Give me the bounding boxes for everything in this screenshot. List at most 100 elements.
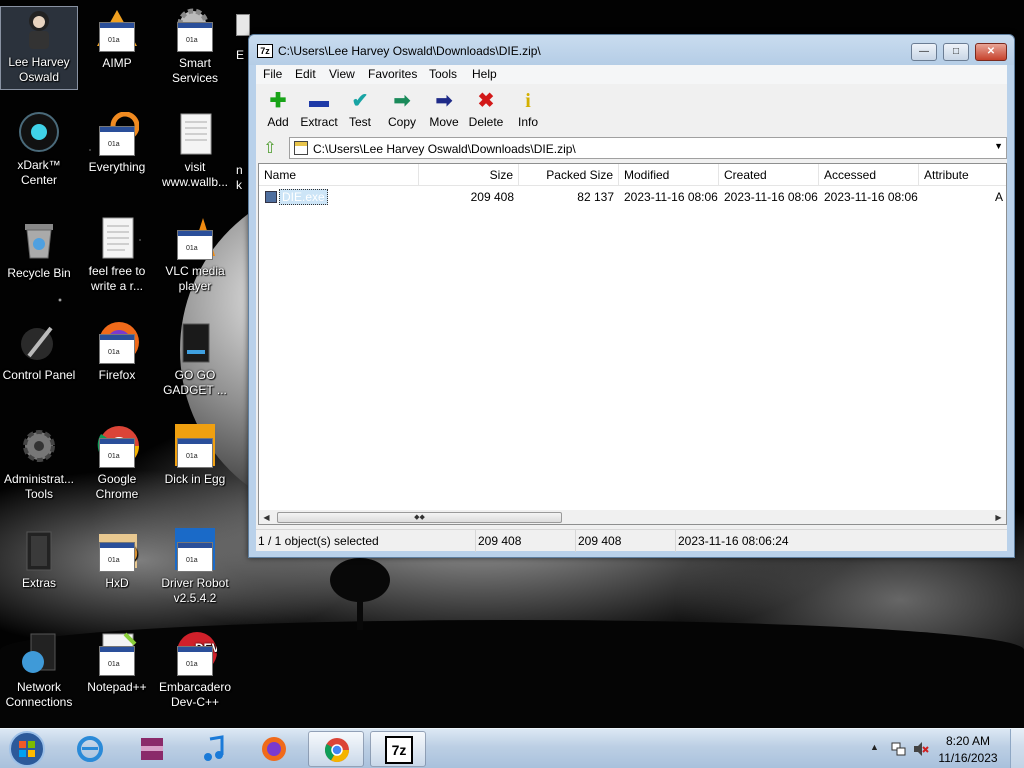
column-header-modified[interactable]: Modified: [619, 164, 719, 186]
column-header-packed-size[interactable]: Packed Size: [519, 164, 619, 186]
file-attributes: A: [994, 190, 1003, 204]
taskbar-chrome[interactable]: [308, 731, 364, 767]
sevenzip-logo-icon: 7z: [257, 44, 273, 58]
taskbar-firefox[interactable]: [246, 731, 302, 767]
desktop-icon-dick-in-egg[interactable]: e Dick in Egg: [156, 424, 234, 487]
delete-label: Delete: [468, 115, 504, 129]
column-header-size[interactable]: Size: [419, 164, 519, 186]
folder-up-icon[interactable]: ⇧: [260, 139, 280, 159]
info-label: Info: [517, 115, 538, 129]
start-button[interactable]: [6, 729, 48, 768]
taskbar-internet-explorer[interactable]: [62, 731, 118, 767]
desktop-icon-notepad-plus-plus[interactable]: Notepad++: [78, 632, 156, 695]
chevron-down-icon[interactable]: ▼: [994, 141, 1003, 151]
file-packed-size: 82 137: [577, 190, 614, 204]
desktop-icon-extras[interactable]: Extras: [0, 528, 78, 591]
add-button[interactable]: ✚ Add: [256, 87, 300, 131]
minimize-button[interactable]: —: [911, 43, 937, 61]
desktop-icon-google-chrome[interactable]: Google Chrome: [78, 424, 156, 502]
desktop-icon-xdark-center[interactable]: xDark™ Center: [0, 110, 78, 188]
column-header-created[interactable]: Created: [719, 164, 819, 186]
desktop-icon-recycle-bin[interactable]: Recycle Bin: [0, 218, 78, 281]
desktop-icon-firefox[interactable]: Firefox: [78, 320, 156, 383]
taskbar-7zip[interactable]: 7z: [370, 731, 426, 767]
desktop-icon-label: E: [236, 48, 245, 62]
window-titlebar[interactable]: 7z C:\Users\Lee Harvey Oswald\Downloads\…: [249, 35, 1014, 65]
archive-icon: [294, 141, 308, 155]
show-hidden-icons-icon[interactable]: ▲: [870, 742, 879, 752]
clock-time[interactable]: 8:20 AM: [938, 734, 998, 748]
extract-button[interactable]: ▬ Extract: [297, 87, 341, 131]
desktop-icon-network-connections[interactable]: Network Connections: [0, 632, 78, 710]
window-client: File Edit View Favorites Tools Help ✚ Ad…: [256, 65, 1007, 552]
scrollbar-thumb[interactable]: ◆◆: [277, 512, 562, 523]
desktop-icon-go-go-gadget[interactable]: GO GO GADGET ...: [156, 320, 234, 398]
music-note-icon: [204, 735, 224, 761]
table-row[interactable]: DIE.exe 209 408 82 137 2023-11-16 08:06 …: [259, 188, 1006, 206]
horizontal-scrollbar[interactable]: ◀ ◆◆ ▶: [259, 510, 1006, 524]
scroll-right-icon[interactable]: ▶: [991, 510, 1006, 524]
address-input[interactable]: C:\Users\Lee Harvey Oswald\Downloads\DIE…: [289, 137, 1007, 159]
column-header-accessed[interactable]: Accessed: [819, 164, 919, 186]
arrow-right-icon: ➡: [435, 90, 453, 112]
windows-logo-icon: [9, 731, 45, 767]
menu-help[interactable]: Help: [472, 67, 497, 81]
file-created: 2023-11-16 08:06: [724, 190, 818, 204]
desktop-icon-label: VLC media player: [165, 264, 225, 293]
desktop-icon-label: k: [236, 178, 242, 192]
show-desktop-button[interactable]: [1010, 729, 1024, 768]
copy-button[interactable]: ➡ Copy: [380, 87, 424, 131]
column-header-attributes[interactable]: Attribute: [919, 164, 1006, 186]
menu-tools[interactable]: Tools: [429, 67, 457, 81]
maximize-button[interactable]: □: [943, 43, 969, 61]
desktop-icon-aimp[interactable]: AIMP: [78, 8, 156, 71]
system-tray: ▲ 8:20 AM 11/16/2023: [854, 729, 1024, 768]
menu-file[interactable]: File: [263, 67, 282, 81]
menu-edit[interactable]: Edit: [295, 67, 316, 81]
taskbar-music[interactable]: [186, 731, 242, 767]
desktop-icon-label: AIMP: [102, 56, 132, 70]
column-header-name[interactable]: Name: [259, 164, 419, 186]
hxd-icon: D: [95, 528, 139, 572]
menu-favorites[interactable]: Favorites: [368, 67, 417, 81]
sevenzip-window[interactable]: 7z C:\Users\Lee Harvey Oswald\Downloads\…: [248, 34, 1015, 558]
address-path: C:\Users\Lee Harvey Oswald\Downloads\DIE…: [313, 142, 576, 156]
aimp-icon: [95, 8, 139, 52]
sevenzip-icon: 7z: [385, 736, 413, 764]
desktop-icon-lee-harvey-oswald[interactable]: Lee Harvey Oswald: [0, 6, 78, 90]
desktop-icon-label: Extras: [21, 576, 56, 590]
volume-muted-icon[interactable]: [912, 740, 930, 758]
delete-button[interactable]: ✖ Delete: [464, 87, 508, 131]
menu-bar: File Edit View Favorites Tools Help: [256, 65, 1007, 84]
close-button[interactable]: ✕: [975, 43, 1007, 61]
x-icon: ✖: [477, 90, 495, 112]
taskbar-winrar[interactable]: [124, 731, 180, 767]
internet-explorer-icon: [77, 736, 103, 762]
folder-icon: [173, 320, 217, 364]
test-label: Test: [348, 115, 371, 129]
desktop-icon-vlc[interactable]: VLC media player: [156, 216, 234, 294]
desktop-icon-hxd[interactable]: D HxD: [78, 528, 156, 591]
status-size-2: 209 408: [576, 530, 676, 552]
menu-view[interactable]: View: [329, 67, 355, 81]
text-document-icon: [173, 112, 217, 156]
file-list[interactable]: Name Size Packed Size Modified Created A…: [258, 163, 1007, 525]
info-icon: i: [525, 90, 531, 112]
clock-date[interactable]: 11/16/2023: [934, 751, 1002, 765]
desktop-icon-control-panel[interactable]: Control Panel: [0, 320, 78, 383]
desktop-icon-visit-wallb[interactable]: visit www.wallb...: [156, 112, 234, 190]
move-button[interactable]: ➡ Move: [422, 87, 466, 131]
desktop-icon-driver-robot[interactable]: Driver Robot v2.5.4.2: [156, 528, 234, 606]
desktop-icon-label: Administrat... Tools: [3, 472, 75, 501]
desktop-icon-embarcadero-devcpp[interactable]: DEV Embarcadero Dev-C++: [156, 632, 234, 710]
desktop-icon-feel-free-text[interactable]: feel free to write a r...: [78, 216, 156, 294]
scroll-left-icon[interactable]: ◀: [259, 510, 274, 524]
desktop-icon-administrative-tools[interactable]: Administrat... Tools: [0, 424, 78, 502]
network-status-icon[interactable]: [890, 740, 908, 758]
desktop-icon-label: Lee Harvey Oswald: [8, 55, 70, 84]
file-name[interactable]: DIE.exe: [279, 189, 328, 205]
desktop-icon-smart-services[interactable]: Smart Services: [156, 8, 234, 86]
info-button[interactable]: i Info: [506, 87, 550, 131]
desktop-icon-everything[interactable]: Everything: [78, 112, 156, 175]
test-button[interactable]: ✔ Test: [338, 87, 382, 131]
